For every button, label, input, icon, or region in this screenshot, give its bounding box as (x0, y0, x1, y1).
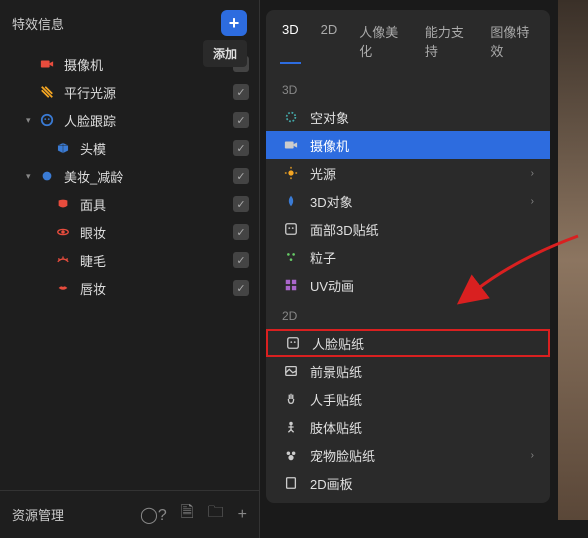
lips-icon (54, 279, 72, 297)
tree-item[interactable]: 面具 ✓ (0, 190, 259, 218)
tree-item[interactable]: ▾ 人脸跟踪 ✓ (0, 106, 259, 134)
tab-3D[interactable]: 3D (280, 18, 301, 64)
menu-item[interactable]: 前景贴纸 (266, 357, 550, 385)
tree-item[interactable]: 唇妆 ✓ (0, 274, 259, 302)
tree-item-label: 唇妆 (80, 279, 233, 298)
menu-item-label: 宠物脸贴纸 (310, 446, 531, 465)
menu-item-label: 肢体贴纸 (310, 418, 534, 437)
pet-icon (282, 448, 300, 462)
sun-icon (282, 166, 300, 180)
menu-item-label: 人手贴纸 (310, 390, 534, 409)
makeup-icon (38, 167, 56, 185)
menu-item[interactable]: 宠物脸贴纸 › (266, 441, 550, 469)
menu-item-label: 人脸贴纸 (312, 334, 532, 353)
visibility-toggle[interactable]: ✓ (233, 224, 249, 240)
folder-icon[interactable]: 🗀 (208, 501, 224, 528)
chevron-right-icon: › (531, 450, 534, 461)
layer-tree: 摄像机 ✓ 平行光源 ✓ ▾ 人脸跟踪 ✓ 头模 ✓ ▾ 美妆_减龄 ✓ 面具 … (0, 46, 259, 490)
menu-item[interactable]: 人脸贴纸 (266, 329, 550, 357)
visibility-toggle[interactable]: ✓ (233, 252, 249, 268)
menu-item[interactable]: 2D画板 (266, 469, 550, 497)
menu-item-label: 空对象 (310, 108, 534, 127)
footer: 资源管理 ◯? 🗎 🗀 + (0, 490, 259, 538)
tree-item-label: 平行光源 (64, 83, 233, 102)
menu-item[interactable]: UV动画 (266, 271, 550, 299)
add-tooltip: 添加 (203, 40, 247, 67)
camera-icon (38, 55, 56, 73)
menu-item[interactable]: 人手贴纸 (266, 385, 550, 413)
tree-item[interactable]: ▾ 美妆_减龄 ✓ (0, 162, 259, 190)
tree-item-label: 眼妆 (80, 223, 233, 242)
body-icon (282, 420, 300, 434)
visibility-toggle[interactable]: ✓ (233, 84, 249, 100)
menu-item[interactable]: 光源 › (266, 159, 550, 187)
visibility-toggle[interactable]: ✓ (233, 168, 249, 184)
grid-icon (282, 278, 300, 292)
section-header: 3D (266, 77, 550, 103)
tree-item-label: 面具 (80, 195, 233, 214)
left-panel: 特效信息 + 添加 摄像机 ✓ 平行光源 ✓ ▾ 人脸跟踪 ✓ 头模 ✓ ▾ 美… (0, 0, 260, 538)
plus-icon[interactable]: + (238, 506, 247, 524)
empty-icon (282, 110, 300, 124)
menu-item[interactable]: 摄像机 (266, 131, 550, 159)
facesticker-icon (282, 222, 300, 236)
menu-item[interactable]: 面部3D贴纸 (266, 215, 550, 243)
chevron-icon: ▾ (26, 115, 38, 126)
menu-item[interactable]: 粒子 (266, 243, 550, 271)
menu-item-label: 粒子 (310, 248, 534, 267)
chevron-right-icon: › (531, 196, 534, 207)
light-icon (38, 83, 56, 101)
menu-item-label: 前景贴纸 (310, 362, 534, 381)
menu-item-label: 2D画板 (310, 474, 534, 493)
mask-icon (54, 195, 72, 213)
hand-icon (282, 392, 300, 406)
lash-icon (54, 251, 72, 269)
eye-icon (54, 223, 72, 241)
tab-能力支持[interactable]: 能力支持 (423, 18, 471, 64)
section-header: 2D (266, 303, 550, 329)
tab-人像美化[interactable]: 人像美化 (357, 18, 405, 64)
file-icon[interactable]: 🗎 (181, 501, 194, 528)
help-icon[interactable]: ◯? (140, 505, 167, 525)
chevron-right-icon: › (531, 168, 534, 179)
menu-item-label: 3D对象 (310, 192, 531, 211)
add-menu-panel: 3D2D人像美化能力支持图像特效 3D 空对象 摄像机 光源 › 3D对象 › … (266, 10, 550, 503)
drop-icon (282, 194, 300, 208)
menu-item-label: 光源 (310, 164, 531, 183)
tab-2D[interactable]: 2D (319, 18, 340, 64)
menu-item[interactable]: 肢体贴纸 (266, 413, 550, 441)
tab-图像特效[interactable]: 图像特效 (488, 18, 536, 64)
chevron-icon: ▾ (26, 171, 38, 182)
menu-item[interactable]: 3D对象 › (266, 187, 550, 215)
face-icon (38, 111, 56, 129)
menu-item-label: UV动画 (310, 276, 534, 295)
visibility-toggle[interactable]: ✓ (233, 196, 249, 212)
canvas-icon (282, 476, 300, 490)
camera-icon (282, 138, 300, 152)
tree-item-label: 睫毛 (80, 251, 233, 270)
visibility-toggle[interactable]: ✓ (233, 280, 249, 296)
panel-header: 特效信息 + 添加 (0, 0, 259, 46)
particle-icon (282, 250, 300, 264)
tree-item[interactable]: 头模 ✓ (0, 134, 259, 162)
menu-item[interactable]: 空对象 (266, 103, 550, 131)
tree-item[interactable]: 睫毛 ✓ (0, 246, 259, 274)
tree-item[interactable]: 眼妆 ✓ (0, 218, 259, 246)
cube-icon (54, 139, 72, 157)
menu-item-label: 面部3D贴纸 (310, 220, 534, 239)
tree-item-label: 美妆_减龄 (64, 167, 233, 186)
menu-tabs: 3D 2D 人像美化能力支持图像特效 (266, 10, 550, 73)
image-icon (282, 364, 300, 378)
tree-item-label: 头模 (80, 139, 233, 158)
footer-label: 资源管理 (12, 505, 126, 524)
visibility-toggle[interactable]: ✓ (233, 140, 249, 156)
panel-title: 特效信息 (12, 14, 64, 33)
tree-item-label: 人脸跟踪 (64, 111, 233, 130)
menu-item-label: 摄像机 (310, 136, 534, 155)
add-button[interactable]: + 添加 (221, 10, 247, 36)
visibility-toggle[interactable]: ✓ (233, 112, 249, 128)
facesticker-icon (284, 336, 302, 350)
tree-item[interactable]: 平行光源 ✓ (0, 78, 259, 106)
